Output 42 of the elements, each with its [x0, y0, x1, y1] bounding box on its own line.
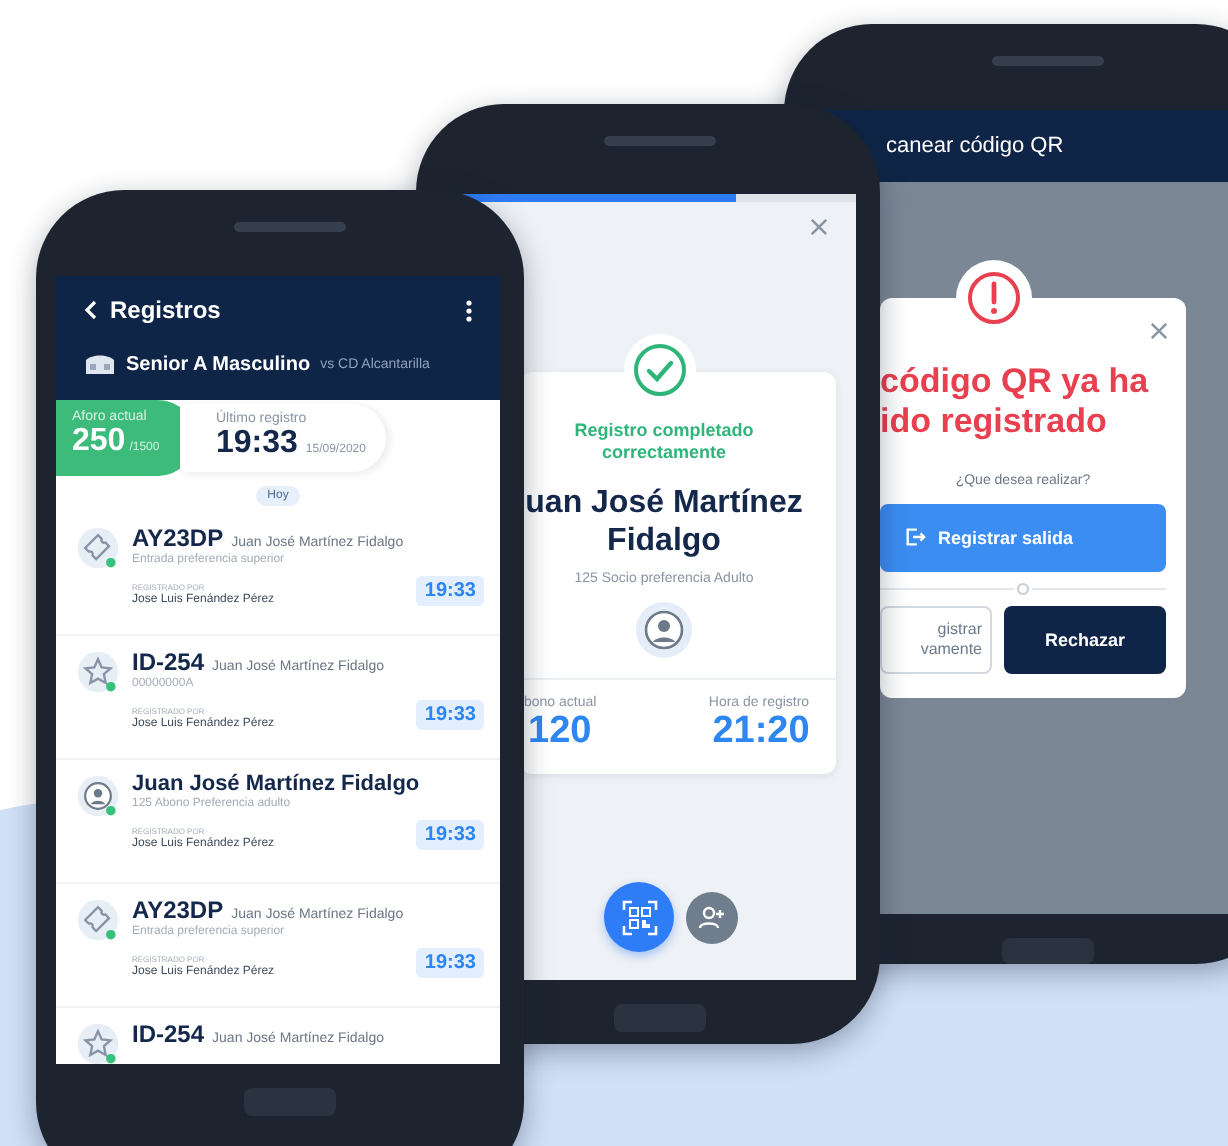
- close-icon: [810, 218, 828, 236]
- close-icon: [1150, 321, 1168, 340]
- star-icon: [76, 1022, 120, 1064]
- add-person-button[interactable]: [686, 891, 738, 943]
- record-title: Juan José Martínez Fidalgo: [132, 772, 420, 796]
- stadium-icon: [84, 352, 116, 376]
- record-title: ID-254: [132, 648, 205, 676]
- person-name: Fidalgo: [607, 522, 721, 560]
- record-time: 19:33: [416, 576, 484, 606]
- ticket-icon: [76, 898, 120, 942]
- ticket-icon: [76, 526, 120, 570]
- menu-button[interactable]: [462, 299, 476, 321]
- person-icon: [76, 774, 120, 818]
- back-button[interactable]: Registros: [84, 296, 221, 324]
- capacity-value: 250: [72, 424, 126, 458]
- back-icon: [84, 300, 98, 320]
- qr-code-icon: [621, 899, 657, 935]
- success-message: Registro completado correctamente: [572, 420, 756, 464]
- record-time: 19:33: [416, 820, 484, 850]
- register-again-button[interactable]: gistrar vamente: [880, 605, 992, 674]
- team-name: Senior A Masculino: [126, 353, 311, 375]
- record-title: AY23DP: [132, 524, 224, 552]
- avatar-icon: [636, 602, 692, 658]
- add-person-icon: [698, 903, 726, 931]
- last-entry-time: 19:33: [216, 426, 298, 460]
- exit-icon: [904, 526, 926, 549]
- divider-dot-icon: [880, 579, 1166, 598]
- alert-title: ido registrado: [880, 401, 1109, 442]
- person-name: uan José Martínez: [525, 484, 803, 522]
- speaker-grille: [234, 222, 346, 232]
- more-icon: [466, 299, 472, 321]
- record-time: 19:33: [416, 700, 484, 730]
- speaker-grille: [604, 136, 716, 146]
- scan-qr-button[interactable]: [604, 882, 674, 952]
- stat-value: 120: [526, 710, 594, 754]
- record-time: 19:33: [416, 948, 484, 978]
- record-title: AY23DP: [132, 896, 224, 924]
- alert-title: código QR ya ha: [880, 361, 1151, 402]
- stat-value: 21:20: [710, 710, 812, 754]
- reject-button[interactable]: Rechazar: [1004, 605, 1166, 674]
- speaker-grille: [991, 56, 1103, 66]
- record-title: ID-254: [132, 1020, 205, 1048]
